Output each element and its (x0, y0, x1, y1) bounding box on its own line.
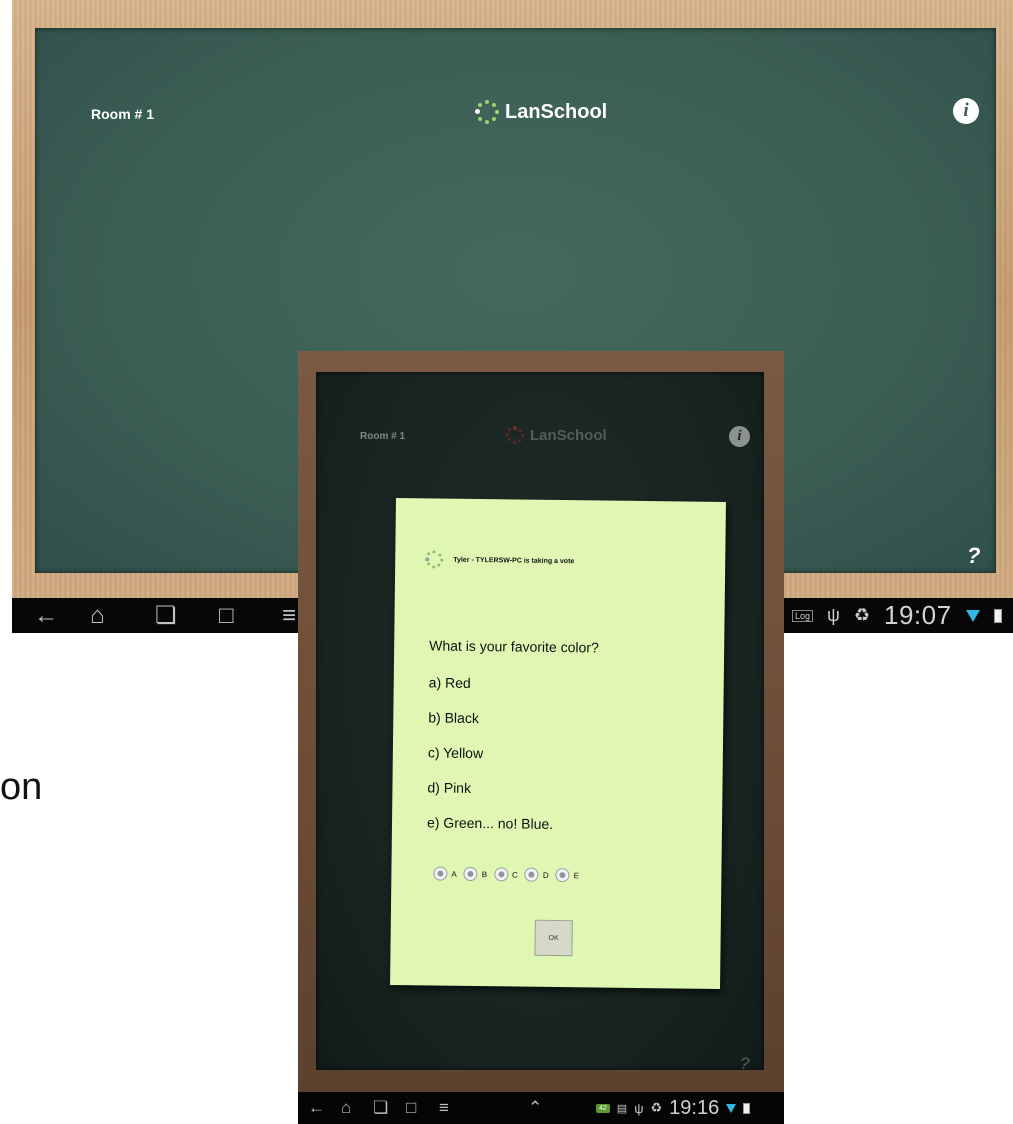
lanschool-logo: LanSchool (506, 426, 607, 444)
option-d[interactable]: D (524, 867, 549, 882)
battery-icon (993, 608, 1002, 623)
help-icon[interactable]: ? (740, 1054, 749, 1074)
wood-frame-dark: Room # 1 LanSchool i ? Tyler - TYLERSW-P… (298, 351, 784, 1092)
recycle-icon: ♻ (650, 1100, 663, 1115)
usb-icon: ψ (827, 605, 840, 625)
screenshot-icon[interactable]: □ (406, 1092, 416, 1124)
keyboard-icon: ▤ (616, 1102, 628, 1115)
vote-question: What is your favorite color? (429, 637, 599, 656)
status-area: Log ψ ♻ 19:07 (792, 598, 1002, 633)
room-label: Room # 1 (91, 106, 155, 122)
option-a[interactable]: A (433, 866, 457, 881)
usb-icon: ψ (634, 1100, 644, 1116)
answer-options: A B C D E (433, 866, 580, 883)
lanschool-spinner-icon (506, 426, 524, 444)
info-icon[interactable]: i (729, 426, 750, 447)
clock: 19:07 (884, 600, 952, 630)
answer-item: d) Pink (427, 779, 472, 796)
answer-item: c) Yellow (427, 744, 484, 762)
radio-button[interactable] (524, 867, 539, 882)
foreground-tablet-screenshot: Room # 1 LanSchool i ? Tyler - TYLERSW-P… (298, 351, 784, 1124)
answer-item: b) Black (428, 709, 479, 727)
answer-item: a) Red (428, 674, 471, 691)
home-icon[interactable]: ⌂ (90, 598, 105, 633)
menu-icon[interactable]: ≡ (282, 598, 296, 633)
option-b[interactable]: B (463, 866, 488, 882)
logo-text: LanSchool (505, 100, 608, 123)
radio-button[interactable] (494, 867, 509, 882)
recent-apps-icon[interactable]: ❏ (155, 598, 177, 633)
battery-icon (743, 1102, 751, 1114)
radio-button[interactable] (555, 867, 570, 883)
room-label: Room # 1 (360, 431, 406, 442)
ok-button[interactable]: OK (534, 919, 573, 957)
notification-badge: 42 (596, 1103, 610, 1113)
log-icon: Log (792, 609, 814, 622)
back-icon[interactable]: ← (34, 598, 58, 633)
clipped-side-text: on (0, 766, 43, 808)
option-e[interactable]: E (555, 867, 580, 883)
logo-text: LanSchool (530, 426, 607, 444)
lanschool-spinner-icon (475, 100, 499, 124)
wifi-signal-icon (726, 1103, 737, 1113)
recycle-icon: ♻ (853, 605, 871, 625)
home-icon[interactable]: ⌂ (341, 1092, 351, 1124)
option-label: D (542, 870, 549, 880)
android-navigation-bar: ← ⌂ ❏ □ ≡ ⌃ 42 ▤ ψ ♻ 19:16 (298, 1092, 784, 1124)
option-c[interactable]: C (494, 867, 518, 882)
back-icon[interactable]: ← (308, 1092, 325, 1124)
answer-item: e) Green... no! Blue. (426, 814, 554, 832)
vote-header: Tyler - TYLERSW-PC is taking a vote (453, 556, 575, 566)
lanschool-logo: LanSchool (475, 100, 607, 124)
vote-spinner-icon (425, 550, 444, 569)
option-label: B (481, 869, 488, 879)
radio-button[interactable] (463, 866, 478, 882)
radio-button[interactable] (433, 866, 448, 881)
menu-icon[interactable]: ≡ (439, 1092, 449, 1124)
vote-dialog: Tyler - TYLERSW-PC is taking a vote What… (390, 498, 726, 989)
clock: 19:16 (669, 1096, 720, 1119)
option-label: C (512, 869, 518, 880)
screenshot-icon[interactable]: □ (219, 598, 234, 633)
wifi-signal-icon (965, 609, 980, 622)
up-icon[interactable]: ⌃ (528, 1092, 542, 1124)
status-area: 42 ▤ ψ ♻ 19:16 (596, 1092, 751, 1124)
option-label: E (573, 870, 580, 880)
chalkboard-dark: Room # 1 LanSchool i ? Tyler - TYLERSW-P… (316, 372, 764, 1073)
info-icon[interactable]: i (953, 98, 979, 124)
option-label: A (451, 869, 457, 879)
help-icon[interactable]: ? (967, 543, 980, 569)
recent-apps-icon[interactable]: ❏ (373, 1092, 388, 1124)
